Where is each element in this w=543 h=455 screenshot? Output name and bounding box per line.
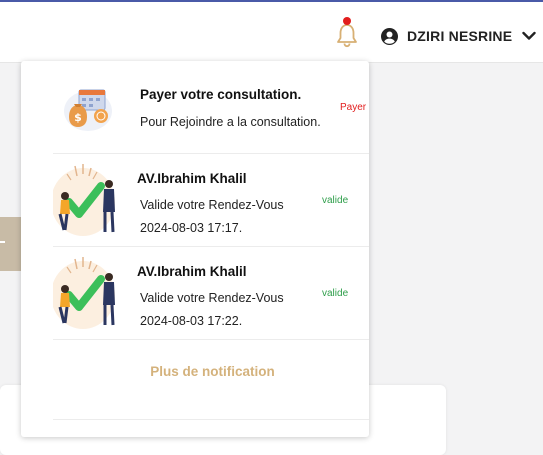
payment-icon: $ bbox=[64, 89, 112, 131]
notification-title: AV.Ibrahim Khalil bbox=[137, 264, 247, 279]
notification-badge bbox=[343, 17, 351, 25]
chevron-down-icon[interactable] bbox=[522, 31, 536, 41]
side-tab[interactable] bbox=[0, 217, 21, 271]
user-name: DZIRI NESRINE bbox=[407, 28, 513, 44]
status-payer-link[interactable]: Payer bbox=[340, 102, 366, 113]
notification-text: Valide votre Rendez-Vous bbox=[140, 291, 284, 305]
notification-date: 2024-08-03 17:17. bbox=[140, 221, 243, 235]
notification-title: AV.Ibrahim Khalil bbox=[137, 171, 247, 186]
more-notifications-link[interactable]: Plus de notification bbox=[21, 364, 404, 379]
divider bbox=[53, 419, 369, 420]
notification-date: 2024-08-03 17:22. bbox=[140, 314, 243, 328]
app-header: DZIRI NESRINE bbox=[0, 2, 543, 63]
notification-text: Pour Rejoindre a la consultation. bbox=[140, 115, 321, 129]
user-menu[interactable]: DZIRI NESRINE bbox=[381, 26, 536, 46]
status-badge: valide bbox=[322, 288, 349, 299]
notification-title: Payer votre consultation. bbox=[140, 87, 302, 102]
validation-icon bbox=[53, 164, 115, 236]
notification-bell-icon[interactable] bbox=[336, 22, 358, 48]
notification-item[interactable]: AV.Ibrahim Khalil Valide votre Rendez-Vo… bbox=[21, 154, 369, 246]
user-avatar-icon bbox=[381, 27, 398, 45]
divider bbox=[53, 339, 369, 340]
notification-text: Valide votre Rendez-Vous bbox=[140, 198, 284, 212]
notification-item[interactable]: AV.Ibrahim Khalil Valide votre Rendez-Vo… bbox=[21, 247, 369, 339]
notification-item[interactable]: $ Payer votre consultation. Pour Rejoind… bbox=[21, 61, 369, 153]
notifications-dropdown: $ Payer votre consultation. Pour Rejoind… bbox=[21, 61, 369, 437]
validation-icon bbox=[53, 257, 115, 329]
status-badge: valide bbox=[322, 195, 349, 206]
svg-text:$: $ bbox=[74, 111, 82, 124]
